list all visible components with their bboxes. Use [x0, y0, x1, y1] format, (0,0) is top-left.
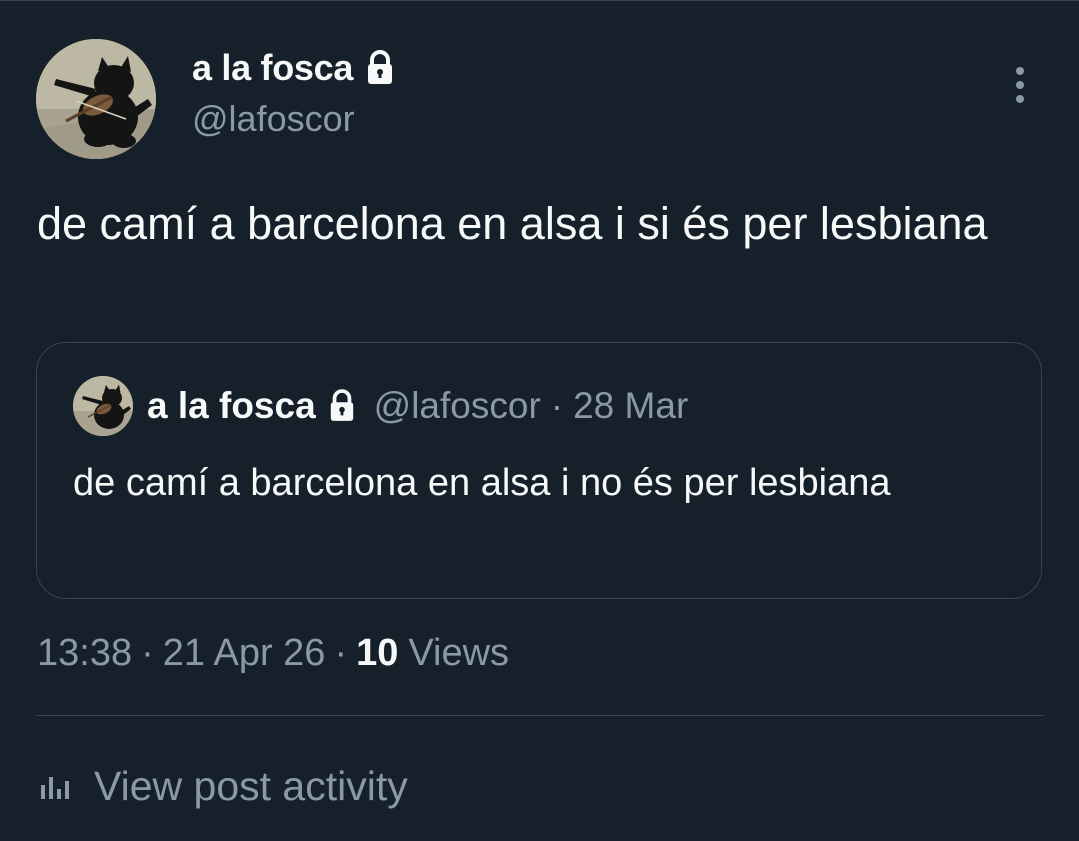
author-display-name[interactable]: a la fosca	[192, 47, 353, 89]
quoted-author-handle: @lafoscor	[373, 385, 541, 426]
views-count: 10	[356, 631, 399, 674]
divider	[36, 715, 1044, 716]
quoted-post-card[interactable]: a la fosca @lafoscor · 28 Mar de camí a …	[36, 342, 1042, 599]
cat-violin-avatar-image	[73, 376, 133, 436]
more-vertical-icon[interactable]	[1004, 64, 1036, 110]
author-name-row: a la fosca	[192, 46, 395, 90]
separator-dot: ·	[141, 631, 154, 674]
author-handle[interactable]: @lafoscor	[192, 98, 355, 140]
separator-dot: ·	[334, 631, 348, 674]
lock-icon	[328, 389, 356, 423]
post-meta: 13:38 · 21 Apr 26 · 10 Views	[37, 628, 509, 678]
cat-violin-avatar-image	[36, 39, 156, 159]
post-time[interactable]: 13:38	[37, 632, 132, 675]
lock-icon	[365, 50, 395, 86]
post-text: de camí a barcelona en alsa i si és per …	[37, 198, 988, 249]
post-date[interactable]: 21 Apr 26	[163, 632, 326, 675]
views-label: Views	[408, 631, 510, 674]
view-post-activity-label: View post activity	[94, 762, 408, 809]
top-divider	[0, 0, 1079, 1]
quoted-author-avatar	[73, 376, 133, 436]
quoted-author-display-name: a la fosca	[147, 385, 316, 426]
view-post-activity-link[interactable]: View post activity	[38, 760, 408, 812]
author-avatar[interactable]	[36, 39, 156, 159]
separator-dot: ·	[550, 385, 564, 426]
quoted-post-date: 28 Mar	[573, 385, 689, 426]
bar-chart-icon	[41, 777, 69, 799]
quoted-header-row: a la fosca @lafoscor · 28 Mar	[147, 383, 688, 429]
quoted-post-text: de camí a barcelona en alsa i no és per …	[73, 462, 891, 504]
